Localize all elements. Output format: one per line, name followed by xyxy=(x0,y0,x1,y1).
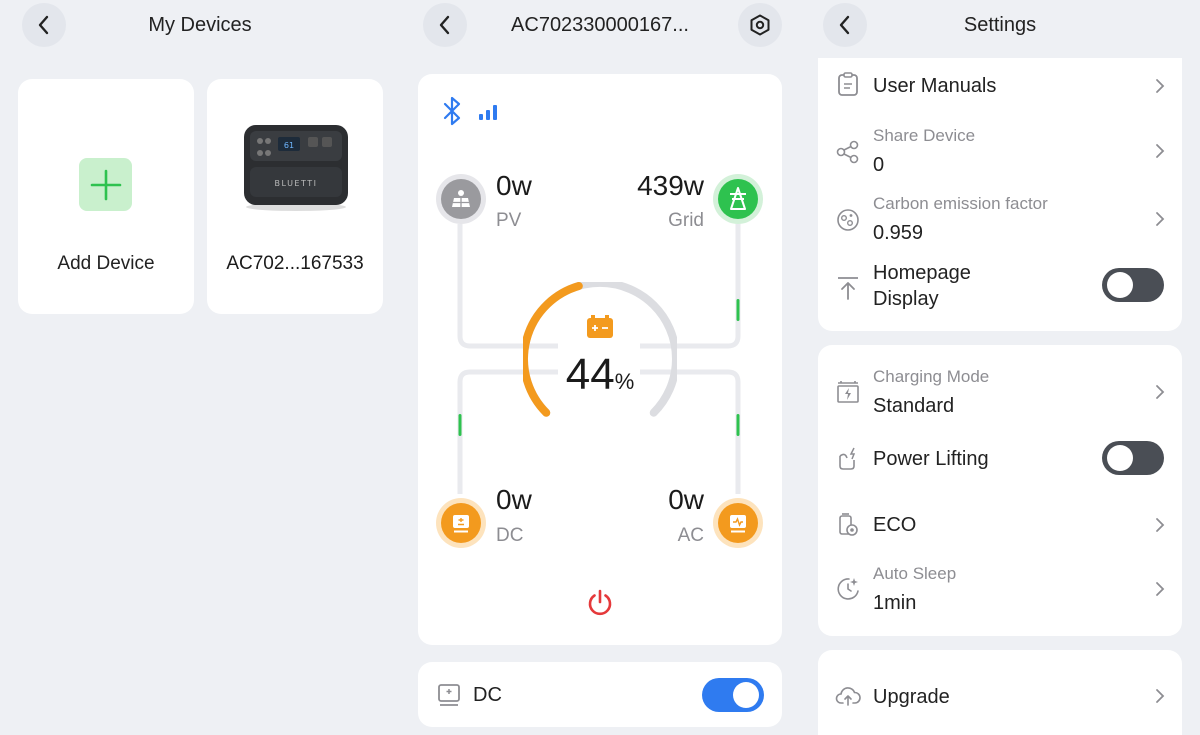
back-button[interactable] xyxy=(823,3,867,47)
add-device-card[interactable]: Add Device xyxy=(18,79,194,314)
eco-label: ECO xyxy=(873,514,917,536)
battery-icon xyxy=(587,315,613,338)
ac-value: 0w xyxy=(668,484,704,515)
chevron-right-icon xyxy=(1156,582,1165,596)
upload-top-icon xyxy=(838,277,858,300)
settings-group-general: User Manuals Share Device 0 Carbon emiss… xyxy=(818,58,1182,331)
pv-label: PV xyxy=(496,210,522,231)
auto-sleep-label: Auto Sleep xyxy=(873,564,957,583)
charging-mode-value: Standard xyxy=(873,395,955,417)
add-icon xyxy=(79,158,132,211)
share-device-value: 0 xyxy=(873,154,885,176)
chevron-right-icon xyxy=(1156,518,1165,532)
add-device-label: Add Device xyxy=(57,253,155,274)
sleep-icon xyxy=(837,578,859,600)
share-device-label: Share Device xyxy=(873,126,976,145)
pv-node xyxy=(436,174,486,224)
clipboard-icon xyxy=(838,72,858,96)
power-lifting-label: Power Lifting xyxy=(873,448,989,470)
carbon-emission-value: 0.959 xyxy=(873,222,924,244)
homepage-display-label-line1: Homepage xyxy=(873,262,971,284)
homepage-display-label-line2: Display xyxy=(873,288,939,310)
upgrade-label: Upgrade xyxy=(873,686,950,708)
chevron-right-icon xyxy=(1156,212,1165,226)
dc-label: DC xyxy=(496,525,524,546)
user-manuals-row[interactable]: User Manuals xyxy=(818,68,1182,108)
charging-icon xyxy=(837,381,859,403)
auto-sleep-row[interactable]: Auto Sleep 1min xyxy=(818,562,1182,618)
chevron-left-icon xyxy=(439,15,450,35)
device-name: AC702...167533 xyxy=(226,253,364,274)
power-lifting-icon xyxy=(839,447,856,470)
ac-output-icon xyxy=(718,503,758,543)
cloud-upload-icon xyxy=(835,687,861,706)
grid-value: 439w xyxy=(637,170,704,201)
solar-panel-icon xyxy=(441,179,481,219)
grid-node xyxy=(713,174,763,224)
ac-node xyxy=(713,498,763,548)
ac-flow-indicator xyxy=(736,414,740,436)
grid-flow-indicator xyxy=(736,299,740,321)
ac-label: AC xyxy=(677,525,704,546)
dc-output-card: DC xyxy=(418,662,782,727)
chevron-right-icon xyxy=(1156,385,1165,399)
battery-percent-value: 44 xyxy=(565,350,615,399)
auto-sleep-value: 1min xyxy=(873,592,917,614)
chevron-right-icon xyxy=(1156,689,1165,703)
power-station-image: 61 BLUETTI xyxy=(244,125,348,211)
device-brand: BLUETTI xyxy=(275,179,318,188)
power-button[interactable] xyxy=(580,582,620,622)
carbon-emission-row[interactable]: Carbon emission factor 0.959 xyxy=(818,192,1182,248)
page-title: My Devices xyxy=(148,14,252,36)
dc-output-label: DC xyxy=(473,684,502,706)
pv-value: 0w xyxy=(496,170,532,201)
chevron-right-icon xyxy=(1156,79,1165,93)
homepage-display-toggle[interactable] xyxy=(1102,268,1164,302)
device-card[interactable]: 61 BLUETTI AC702...167533 xyxy=(207,79,383,314)
energy-flow-card: 44% 0w PV 439w Grid 0w DC 0w AC xyxy=(418,74,782,645)
charging-mode-row[interactable]: Charging Mode Standard xyxy=(818,365,1182,421)
dc-output-toggle[interactable] xyxy=(702,678,764,712)
share-device-row[interactable]: Share Device 0 xyxy=(818,124,1182,180)
carbon-emission-label: Carbon emission factor xyxy=(873,194,1048,213)
eco-icon xyxy=(839,513,858,536)
power-tower-icon xyxy=(718,179,758,219)
back-button[interactable] xyxy=(22,3,66,47)
settings-group-power: Charging Mode Standard Power Lifting ECO… xyxy=(818,345,1182,636)
settings-group-upgrade: Upgrade xyxy=(818,650,1182,735)
settings-button[interactable] xyxy=(738,3,782,47)
upgrade-row[interactable]: Upgrade xyxy=(818,677,1182,717)
gear-icon xyxy=(750,14,770,36)
homepage-display-row: Homepage Display xyxy=(818,260,1182,318)
settings-title: Settings xyxy=(963,14,1037,36)
charging-mode-label: Charging Mode xyxy=(873,367,990,386)
chevron-left-icon xyxy=(38,15,49,35)
carbon-icon xyxy=(837,209,859,231)
battery-percent-unit: % xyxy=(614,369,635,394)
dc-output-icon xyxy=(441,503,481,543)
power-lifting-row: Power Lifting xyxy=(818,439,1182,479)
power-lifting-toggle[interactable] xyxy=(1102,441,1164,475)
device-title: AC702330000167... xyxy=(511,14,689,36)
eco-row[interactable]: ECO xyxy=(818,505,1182,545)
grid-label: Grid xyxy=(668,210,704,231)
power-icon xyxy=(588,589,612,616)
dc-flow-indicator xyxy=(458,414,462,436)
chevron-left-icon xyxy=(839,15,850,35)
user-manuals-label: User Manuals xyxy=(873,75,997,97)
dc-node xyxy=(436,498,486,548)
share-icon xyxy=(836,140,859,164)
dc-output-icon xyxy=(438,684,460,706)
chevron-right-icon xyxy=(1156,144,1165,158)
back-button[interactable] xyxy=(423,3,467,47)
svg-text:61: 61 xyxy=(284,141,294,150)
battery-percentage: 44% xyxy=(550,350,650,400)
dc-value: 0w xyxy=(496,484,532,515)
